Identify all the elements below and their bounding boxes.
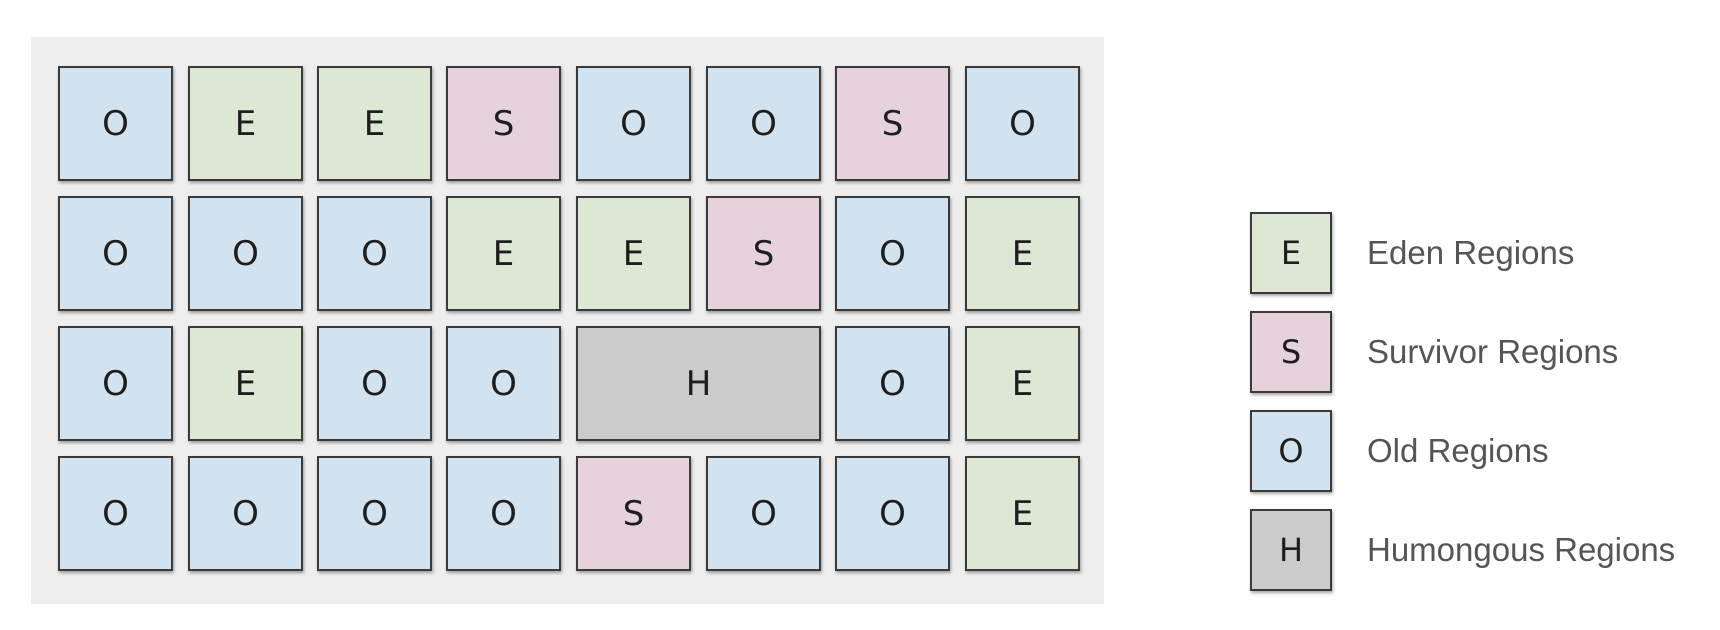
old-region-cell: O [317,456,432,571]
old-region-cell: O [835,326,950,441]
survivor-region-cell: S [446,66,561,181]
legend-label: Old Regions [1367,432,1549,469]
eden-region-cell: E [576,196,691,311]
legend-swatch-eden: E [1250,212,1332,294]
old-region-cell: O [317,326,432,441]
eden-region-cell: E [446,196,561,311]
survivor-region-cell: S [835,66,950,181]
legend-label: Survivor Regions [1367,333,1619,370]
old-region-cell: O [835,196,950,311]
survivor-region-cell: S [706,196,821,311]
legend-swatch-humongous: H [1250,509,1332,591]
eden-region-cell: E [188,66,303,181]
legend-item-eden: E Eden Regions [1250,212,1574,294]
old-region-cell: O [576,66,691,181]
old-region-cell: O [965,66,1080,181]
eden-region-cell: E [965,326,1080,441]
legend-item-old: O Old Regions [1250,410,1549,492]
legend-item-humongous: H Humongous Regions [1250,509,1675,591]
old-region-cell: O [835,456,950,571]
eden-region-cell: E [965,456,1080,571]
old-region-cell: O [706,456,821,571]
heap-region-grid: OEESOOSOOOOEESOEOEOOHOEOOOOSOOE [31,37,1104,604]
old-region-cell: O [58,66,173,181]
old-region-cell: O [58,326,173,441]
legend-item-survivor: S Survivor Regions [1250,311,1618,393]
humongous-region-cell: H [576,326,821,441]
legend-label: Humongous Regions [1367,531,1676,568]
old-region-cell: O [317,196,432,311]
old-region-cell: O [58,456,173,571]
old-region-cell: O [446,326,561,441]
old-region-cell: O [58,196,173,311]
legend-swatch-old: O [1250,410,1332,492]
legend-label: Eden Regions [1367,234,1575,271]
old-region-cell: O [446,456,561,571]
survivor-region-cell: S [576,456,691,571]
old-region-cell: O [706,66,821,181]
legend-swatch-survivor: S [1250,311,1332,393]
eden-region-cell: E [317,66,432,181]
eden-region-cell: E [965,196,1080,311]
old-region-cell: O [188,456,303,571]
old-region-cell: O [188,196,303,311]
eden-region-cell: E [188,326,303,441]
